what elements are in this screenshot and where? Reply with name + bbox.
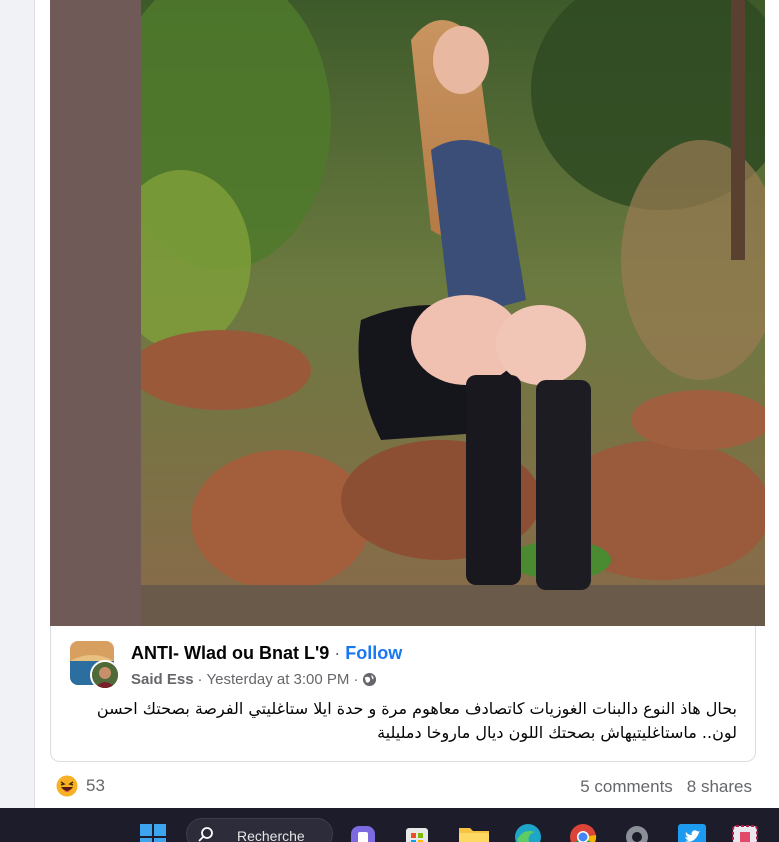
separator-dot: · (334, 643, 341, 663)
haha-emoji-icon (56, 775, 78, 797)
divider (34, 0, 35, 810)
reaction-count: 53 (86, 776, 105, 795)
group-name-link[interactable]: ANTI- Wlad ou Bnat L'9 (131, 643, 329, 663)
post-stats: 5 comments 8 shares (580, 777, 752, 797)
comments-count-link[interactable]: 5 comments (580, 777, 673, 797)
store-icon[interactable] (403, 822, 431, 842)
photo-frame[interactable] (50, 0, 765, 626)
edge-icon[interactable] (513, 822, 543, 842)
taskbar-search-label[interactable]: Recherche (237, 828, 305, 842)
windows-taskbar: Recherche (0, 808, 779, 842)
post-meta: Said Ess · Yesterday at 3:00 PM · (131, 671, 377, 688)
settings-icon[interactable] (622, 822, 652, 842)
author-name-link[interactable]: Said Ess (131, 671, 194, 688)
search-icon (198, 826, 214, 842)
author-avatar[interactable] (90, 660, 120, 690)
reaction-summary[interactable]: 53 (56, 775, 105, 797)
post-text: بحال هاذ النوع دالبنات الغوزيات كاتصادف … (96, 699, 737, 742)
follow-button[interactable]: Follow (345, 643, 402, 663)
snipping-tool-icon[interactable] (731, 822, 761, 842)
folder-icon[interactable] (458, 822, 490, 842)
separator-dot: · (197, 671, 203, 688)
twitter-icon[interactable] (677, 822, 707, 842)
post-photo[interactable] (141, 0, 765, 626)
post-header: ANTI- Wlad ou Bnat L'9 · Follow (131, 643, 402, 664)
shares-count-link[interactable]: 8 shares (687, 777, 752, 797)
post-attachment-card[interactable]: ANTI- Wlad ou Bnat L'9 · Follow Said Ess… (50, 626, 756, 762)
post-timestamp-link[interactable]: Yesterday at 3:00 PM (207, 671, 350, 688)
teams-icon[interactable] (349, 822, 377, 842)
windows-start-icon[interactable] (139, 822, 167, 842)
separator-dot: · (353, 671, 359, 688)
globe-icon[interactable] (362, 672, 377, 687)
chrome-icon[interactable] (568, 822, 598, 842)
